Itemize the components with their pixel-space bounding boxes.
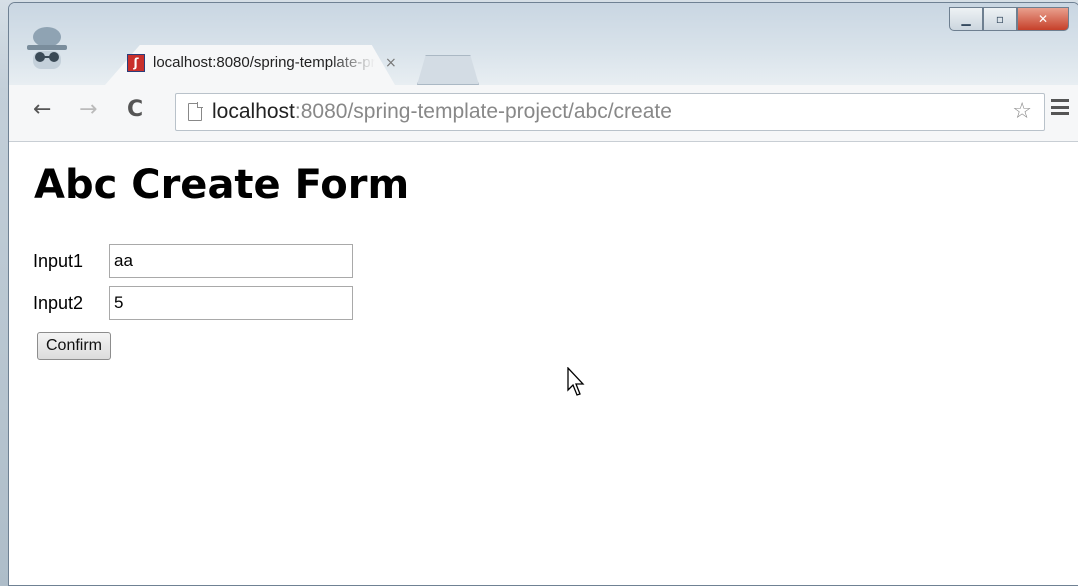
spring-favicon-icon: ʃ xyxy=(127,54,145,72)
hamburger-menu-icon[interactable] xyxy=(1051,99,1069,115)
url-host: localhost xyxy=(212,100,295,123)
forward-arrow-icon[interactable]: → xyxy=(79,99,97,121)
title-bar: ʃ localhost:8080/spring-template-project… xyxy=(9,3,1078,85)
page-icon xyxy=(188,102,203,121)
mouse-cursor-icon xyxy=(567,367,585,396)
form-row-input1: Input1 xyxy=(33,244,353,278)
address-bar[interactable]: localhost:8080/spring-template-project/a… xyxy=(175,93,1045,131)
back-arrow-icon[interactable]: ← xyxy=(33,99,51,121)
tab-close-icon[interactable]: × xyxy=(385,55,397,71)
window-controls: ▁ ▫ ✕ xyxy=(949,7,1069,31)
input2-field[interactable] xyxy=(109,286,353,320)
bookmark-star-icon[interactable]: ☆ xyxy=(1012,99,1032,124)
page-content: Abc Create Form Input1 Input2 Confirm xyxy=(9,142,1078,585)
reload-icon[interactable]: C xyxy=(127,99,143,121)
new-tab-button[interactable] xyxy=(417,55,479,85)
input2-label: Input2 xyxy=(33,292,84,313)
url-path: :8080/spring-template-project/abc/create xyxy=(294,100,672,123)
browser-toolbar: ← → C localhost:8080/spring-template-pro… xyxy=(9,85,1078,142)
page-title: Abc Create Form xyxy=(34,162,410,208)
input1-label: Input1 xyxy=(33,250,84,271)
input1-field[interactable] xyxy=(109,244,353,278)
form-row-input2: Input2 xyxy=(33,286,353,320)
browser-window: ʃ localhost:8080/spring-template-project… xyxy=(8,2,1078,586)
minimize-button[interactable]: ▁ xyxy=(949,7,983,31)
incognito-icon xyxy=(27,27,67,69)
maximize-button[interactable]: ▫ xyxy=(983,7,1017,31)
tab-title[interactable]: localhost:8080/spring-template-project/a… xyxy=(153,54,375,74)
close-window-button[interactable]: ✕ xyxy=(1017,7,1069,31)
url-text[interactable]: localhost:8080/spring-template-project/a… xyxy=(212,100,672,124)
confirm-button[interactable]: Confirm xyxy=(37,332,112,360)
